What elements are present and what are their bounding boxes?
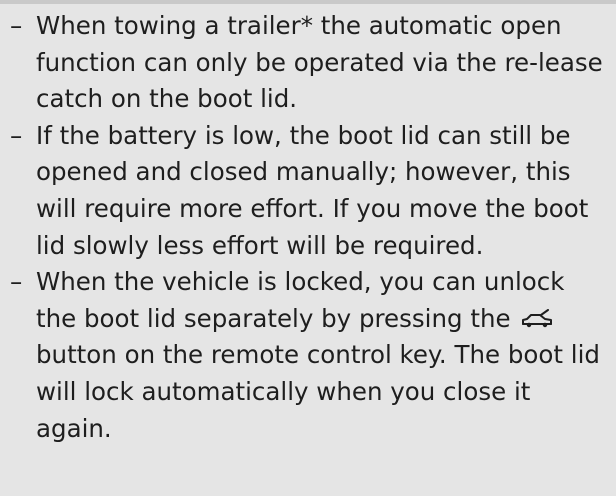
- note-item-trailer: – When towing a trailer* the automatic o…: [0, 8, 616, 118]
- list-dash: –: [10, 267, 23, 297]
- notes-list: – When towing a trailer* the automatic o…: [0, 8, 616, 447]
- list-dash: –: [10, 120, 23, 150]
- note-text-after-icon: button on the remote control key. The bo…: [36, 340, 600, 443]
- top-divider: [0, 0, 616, 4]
- note-text: If the battery is low, the boot lid can …: [36, 120, 589, 260]
- note-text: When towing a trailer* the automatic ope…: [36, 11, 603, 114]
- note-item-battery: – If the battery is low, the boot lid ca…: [0, 118, 616, 264]
- list-dash: –: [10, 11, 23, 40]
- note-text: When the vehicle is locked, you can unlo…: [36, 264, 610, 447]
- boot-open-car-icon: [520, 308, 554, 329]
- note-text-before-icon: When the vehicle is locked, you can unlo…: [36, 267, 565, 333]
- note-item-unlock: – When the vehicle is locked, you can un…: [0, 264, 616, 447]
